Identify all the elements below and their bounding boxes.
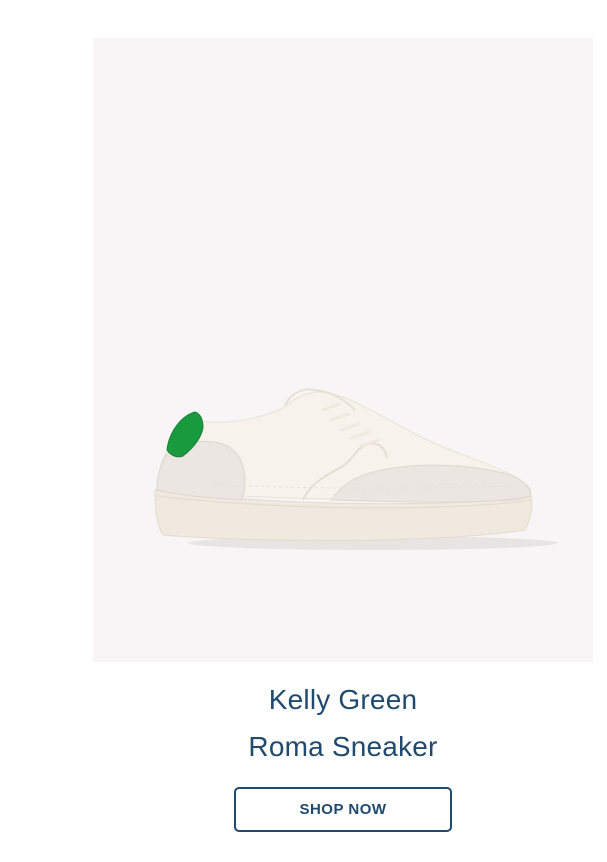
product-color-name[interactable]: Kelly Green	[93, 683, 593, 717]
sneaker-image	[154, 388, 558, 550]
product-image-card[interactable]	[93, 38, 593, 662]
product-name[interactable]: Roma Sneaker	[93, 730, 593, 764]
shop-now-button[interactable]: SHOP NOW	[234, 787, 452, 832]
